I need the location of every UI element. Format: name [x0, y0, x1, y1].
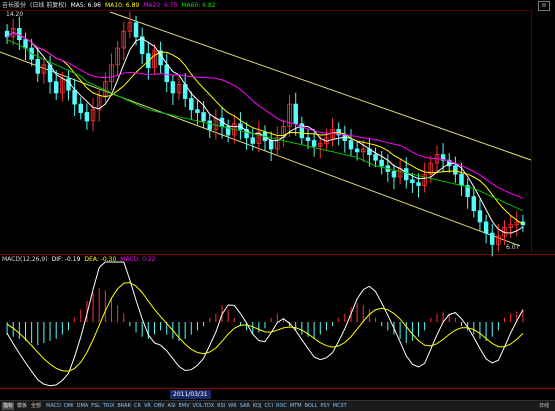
candle-body: [391, 171, 397, 178]
indicator-fn-obv[interactable]: OBV: [154, 403, 165, 409]
candle-body: [189, 98, 194, 111]
indicator-fn-cr[interactable]: CR: [134, 403, 141, 409]
indicator-fn-asi[interactable]: ASI: [168, 403, 176, 409]
indicator-fn-vr[interactable]: VR: [144, 403, 151, 409]
indicator-fn-sar[interactable]: SAR: [240, 403, 250, 409]
indicator-fn-vol-tdx[interactable]: VOL-TDX: [193, 403, 215, 409]
candle-body: [201, 112, 206, 122]
candle-body: [305, 137, 311, 141]
candle-body: [250, 137, 255, 144]
candle-body: [410, 179, 415, 184]
candle-body: [459, 173, 464, 186]
candle-body: [53, 81, 59, 94]
indicator-fn-trix[interactable]: TRIX: [103, 403, 114, 409]
candle-body: [293, 103, 298, 125]
candle-body: [164, 64, 169, 83]
candle-body: [416, 182, 421, 186]
indicator-fn-brar[interactable]: BRAR: [117, 403, 131, 409]
candle-body: [72, 89, 77, 105]
ma60-value: MA60: 6.82: [181, 2, 216, 9]
ma20-value: MA20: 6.75: [143, 2, 178, 9]
indicator-fn-emv[interactable]: EMV: [179, 403, 190, 409]
candle-body: [354, 148, 360, 153]
indicator-fn-dmi[interactable]: DMI: [64, 403, 74, 409]
indicator-fn-boll[interactable]: BOLL: [305, 403, 318, 409]
indicator-fn-mtm[interactable]: MTM: [290, 403, 302, 409]
candle-body: [170, 81, 176, 94]
candle-body: [195, 109, 200, 113]
tab-all[interactable]: 全部: [31, 402, 41, 410]
candle-body: [23, 39, 28, 49]
candle-body: [483, 221, 489, 234]
indicator-toolbar: 指标 模板 全部 MACD DMI DMA FSL TRIX BRAR CR VR OBV ASI…: [0, 400, 555, 411]
candle-body: [471, 196, 477, 212]
candle-body: [477, 210, 483, 223]
indicator-fn-fsl[interactable]: FSL: [91, 403, 100, 409]
low-price-label: 6.07: [506, 244, 520, 251]
macd-name: MACD(12,26,9): [2, 256, 48, 263]
indicator-fn-rsi[interactable]: RSI: [217, 403, 225, 409]
candle-body: [311, 140, 317, 147]
candle-body: [489, 232, 495, 245]
candle-body: [453, 165, 458, 175]
indicator-fn-cci[interactable]: CCI: [265, 403, 273, 409]
candle-body: [373, 154, 378, 161]
candle-body: [133, 22, 139, 38]
chart-canvas[interactable]: [0, 0, 555, 400]
candle-body: [78, 103, 84, 113]
candle-body: [268, 140, 274, 150]
macd-title-bar: MACD(12,26,9) DIF: -0.19 DEA: -0.30 MACD: 0…: [2, 255, 160, 265]
tab-template[interactable]: 模板: [17, 402, 27, 410]
period-button[interactable]: 日线: [539, 402, 549, 410]
candle-body: [207, 120, 212, 130]
indicator-fn-psy[interactable]: PSY: [320, 403, 329, 409]
tab-indicator[interactable]: 指标: [2, 402, 15, 410]
stock-name: 吉长股份: [2, 2, 27, 9]
indicator-fn-roc[interactable]: ROC: [276, 403, 287, 409]
period-label: (日线 前复权): [30, 2, 67, 9]
dif-value: DIF: -0.19: [51, 256, 81, 263]
date-cursor-label: 2011/03/31: [170, 390, 211, 399]
indicator-function-list: MACD DMI DMA FSL TRIX BRAR CR VR OBV ASI EMV VOL-TD…: [46, 402, 350, 410]
candle-body: [35, 58, 41, 74]
candle-body: [84, 112, 90, 122]
high-price-label: 14.20: [6, 11, 24, 18]
macd-value: MACD: 0.22: [120, 256, 156, 263]
ma5-value: MA5: 6.96: [70, 2, 101, 9]
dea-value: DEA: -0.30: [84, 256, 117, 263]
indicator-fn-wr[interactable]: WR: [228, 403, 236, 409]
indicator-fn-macd[interactable]: MACD: [46, 403, 61, 409]
price-axis: [531, 10, 555, 255]
ma10-value: MA10: 6.89: [105, 2, 140, 9]
candle-body: [348, 140, 354, 150]
chart-window: 吉长股份 (日线 前复权) MA5: 6.96 MA10: 6.89 MA20: 6.7…: [0, 0, 555, 411]
indicator-fn-dma[interactable]: DMA: [77, 403, 89, 409]
candle-body: [379, 159, 384, 167]
indicator-fn-mcst[interactable]: MCST: [333, 403, 347, 409]
candle-body: [404, 168, 409, 181]
price-title-bar: 吉长股份 (日线 前复权) MA5: 6.96 MA10: 6.89 MA20: 6.7…: [2, 1, 220, 11]
indicator-fn-kdj[interactable]: KDJ: [253, 403, 262, 409]
